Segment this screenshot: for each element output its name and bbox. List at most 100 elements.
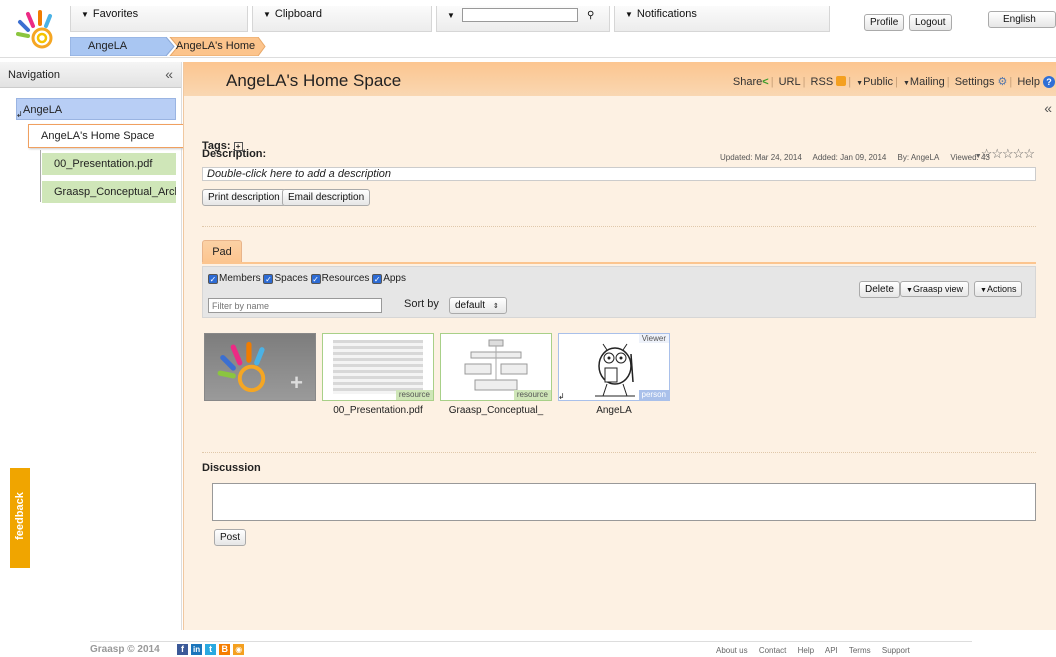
checkbox-label: Spaces bbox=[274, 273, 308, 284]
item-conceptual-arch[interactable]: resource bbox=[440, 333, 552, 401]
discussion-input[interactable] bbox=[212, 483, 1036, 521]
favorites-menu[interactable]: ▼ Favorites bbox=[70, 6, 248, 32]
nav-item-home-space[interactable]: AngeLA's Home Space bbox=[28, 124, 184, 148]
footer-links: About us Contact Help API Terms Support bbox=[716, 646, 910, 655]
graasp-logo[interactable] bbox=[14, 10, 60, 50]
sort-select[interactable]: default ⇕ bbox=[449, 297, 507, 314]
nav-item-label: AngeLA's Home Space bbox=[41, 130, 155, 142]
feedback-tab[interactable]: feedback bbox=[10, 468, 30, 568]
graasp-view-label: Graasp view bbox=[912, 284, 963, 294]
help-link[interactable]: Help bbox=[1017, 76, 1040, 88]
item-caption[interactable]: AngeLA bbox=[554, 405, 674, 416]
footer-link-support[interactable]: Support bbox=[882, 646, 910, 655]
item-caption[interactable]: Graasp_Conceptual_‫ bbox=[436, 405, 556, 416]
top-bar: ▼ Favorites ▼ Clipboard ▼ ⚲ ▼ Notifications… bbox=[0, 0, 1056, 58]
breadcrumb-item-angela[interactable]: AngeLA bbox=[74, 37, 154, 55]
breadcrumb-item-home[interactable]: AngeLA's Home bbox=[162, 37, 262, 55]
tab-pad[interactable]: Pad bbox=[202, 240, 242, 262]
resource-tag: resource bbox=[513, 390, 551, 400]
viewer-badge: Viewer bbox=[638, 334, 669, 343]
post-button[interactable]: Post bbox=[214, 529, 247, 546]
public-link[interactable]: Public bbox=[863, 76, 893, 88]
link-icon: ↲ bbox=[558, 392, 565, 401]
tree-line bbox=[40, 150, 41, 202]
search-menu: ▼ ⚲ bbox=[436, 6, 610, 32]
description-field[interactable]: Double-click here to add a description bbox=[202, 167, 1036, 181]
delete-button[interactable]: Delete bbox=[859, 281, 900, 298]
mailing-link[interactable]: Mailing bbox=[910, 76, 945, 88]
collapse-icon[interactable]: « bbox=[165, 66, 173, 82]
settings-link[interactable]: Settings bbox=[955, 76, 995, 88]
footer-link-contact[interactable]: Contact bbox=[759, 646, 787, 655]
divider bbox=[90, 641, 972, 642]
caret-down-icon: ▼ bbox=[263, 10, 271, 19]
language-value: English bbox=[1003, 14, 1036, 25]
filter-input[interactable] bbox=[208, 298, 382, 313]
language-select[interactable]: English bbox=[988, 11, 1056, 28]
sort-label: Sort by bbox=[404, 298, 439, 310]
footer-link-about[interactable]: About us bbox=[716, 646, 748, 655]
footer: Graasp © 2014 f in t B ◉ About us Contac… bbox=[0, 630, 1056, 657]
clipboard-menu[interactable]: ▼ Clipboard bbox=[252, 6, 432, 32]
graasp-view-button[interactable]: ▼Graasp view bbox=[900, 281, 969, 297]
email-description-button[interactable]: Email description bbox=[282, 189, 371, 206]
view-count: Viewed: 43 bbox=[950, 153, 990, 162]
print-description-button[interactable]: Print description bbox=[202, 189, 286, 206]
linkedin-icon[interactable]: in bbox=[191, 644, 203, 655]
url-link[interactable]: URL bbox=[779, 76, 801, 88]
footer-link-help[interactable]: Help bbox=[798, 646, 814, 655]
item-angela[interactable]: Viewer person bbox=[558, 333, 670, 401]
main-panel: AngeLA's Home Space Share< | URL | RSS | ▼… bbox=[183, 62, 1056, 630]
checkbox-resources[interactable]: ✓ bbox=[310, 274, 321, 284]
rss-link[interactable]: RSS bbox=[811, 76, 834, 88]
item-caption[interactable]: 00_Presentation.pdf bbox=[318, 405, 438, 416]
diagram-preview bbox=[464, 339, 528, 391]
footer-link-terms[interactable]: Terms bbox=[849, 646, 871, 655]
collapse-right-icon[interactable]: « bbox=[1044, 100, 1052, 116]
add-item-tile[interactable]: + bbox=[204, 333, 316, 401]
graasp-logo bbox=[217, 341, 266, 393]
actions-label: Actions bbox=[986, 284, 1017, 294]
divider bbox=[202, 226, 1036, 227]
footer-link-api[interactable]: API bbox=[825, 646, 838, 655]
rss-icon[interactable]: ◉ bbox=[233, 644, 245, 655]
profile-button[interactable]: Profile bbox=[864, 14, 905, 31]
sort-value: default bbox=[455, 300, 486, 311]
navigation-panel: Navigation « AngeLA ↲ AngeLA's Home Spac… bbox=[0, 62, 184, 630]
resource-tag: resource bbox=[395, 390, 433, 400]
main-header: AngeLA's Home Space Share< | URL | RSS | ▼… bbox=[184, 62, 1056, 96]
author: By: AngeLA bbox=[897, 153, 940, 162]
tab-underline bbox=[202, 262, 1036, 264]
logout-button[interactable]: Logout bbox=[909, 14, 952, 31]
caret-down-icon[interactable]: ▼ bbox=[447, 11, 455, 20]
header-links: Share< | URL | RSS | ▼Public | ▼Mailing | Se… bbox=[733, 75, 1055, 88]
caret-down-icon: ▼ bbox=[81, 10, 89, 19]
blog-icon[interactable]: B bbox=[219, 644, 231, 655]
navigation-header: Navigation « bbox=[0, 62, 181, 88]
divider bbox=[0, 57, 1056, 58]
nav-item-conceptual-arch[interactable]: Graasp_Conceptual_Arch bbox=[42, 181, 176, 203]
favorites-label: Favorites bbox=[92, 8, 139, 20]
share-link[interactable]: Share bbox=[733, 76, 762, 88]
description-label: Description: bbox=[202, 148, 267, 160]
updated-date: Updated: Mar 24, 2014 bbox=[720, 153, 802, 162]
actions-button[interactable]: ▼Actions bbox=[974, 281, 1023, 297]
meta-info: Updated: Mar 24, 2014 Added: Jan 09, 201… bbox=[720, 153, 990, 162]
facebook-icon[interactable]: f bbox=[177, 644, 188, 655]
item-presentation[interactable]: resource bbox=[322, 333, 434, 401]
twitter-icon[interactable]: t bbox=[205, 644, 217, 655]
nav-item-presentation[interactable]: 00_Presentation.pdf bbox=[42, 153, 176, 175]
nav-item-angela[interactable]: AngeLA bbox=[16, 98, 176, 120]
checkbox-spaces[interactable]: ✓ bbox=[263, 274, 274, 284]
link-icon: ↲ bbox=[16, 110, 23, 119]
checkbox-apps[interactable]: ✓ bbox=[372, 274, 383, 284]
search-input[interactable] bbox=[461, 8, 578, 22]
select-arrows-icon: ⇕ bbox=[492, 303, 499, 310]
rss-icon bbox=[836, 76, 847, 86]
notifications-menu[interactable]: ▼ Notifications bbox=[614, 6, 830, 32]
page-title: AngeLA's Home Space bbox=[226, 71, 402, 90]
search-icon[interactable]: ⚲ bbox=[587, 10, 594, 21]
checkbox-members[interactable]: ✓ bbox=[208, 274, 218, 284]
settings-icon: ⚙ bbox=[997, 76, 1008, 88]
divider bbox=[202, 452, 1036, 453]
